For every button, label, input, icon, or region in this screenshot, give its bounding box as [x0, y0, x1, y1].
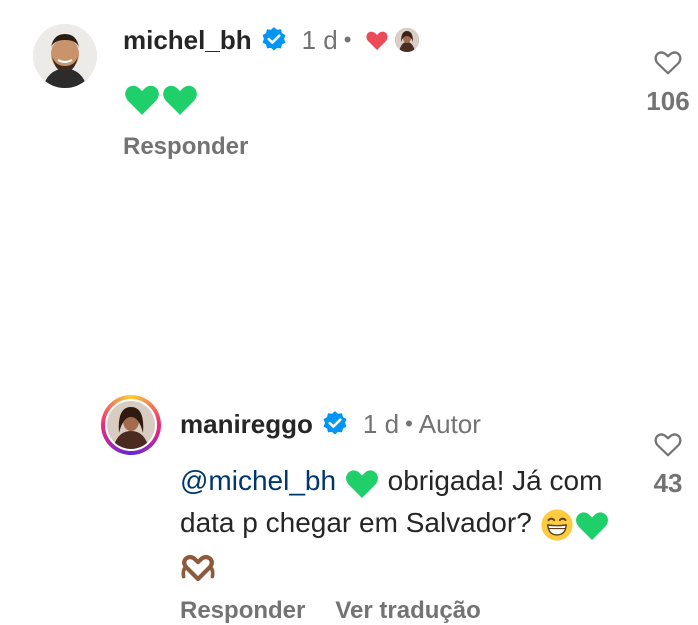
avatar-photo-icon	[33, 24, 97, 88]
avatar-photo-icon	[107, 401, 155, 449]
mention-link[interactable]: @michel_bh	[180, 465, 336, 496]
green-heart-icon	[345, 470, 378, 498]
like-count: 106	[646, 86, 690, 116]
comment-manireggo: manireggo 1 d • Autor @michel_bh obrigad…	[0, 190, 698, 624]
reply-button[interactable]: Responder	[180, 597, 305, 625]
avatar[interactable]	[105, 399, 157, 451]
comment-actions: Responder Ver tradução	[180, 597, 481, 625]
like-control: 106	[638, 48, 698, 117]
comment-text: @michel_bh obrigada! Já com data p chega…	[180, 460, 630, 586]
separator: •	[343, 27, 352, 52]
username[interactable]: manireggo	[180, 409, 313, 440]
verified-badge-icon	[323, 411, 347, 435]
like-count: 43	[653, 468, 683, 498]
like-heart-icon[interactable]	[653, 48, 683, 76]
verified-badge-icon	[262, 27, 286, 51]
see-translation-button[interactable]: Ver tradução	[335, 597, 480, 625]
comment-text: 💚💚	[123, 76, 199, 118]
grinning-face-icon	[540, 509, 573, 541]
avatar[interactable]	[33, 24, 97, 88]
reply-button[interactable]: Responder	[123, 133, 248, 161]
heart-hands-icon	[181, 554, 215, 581]
author-mini-avatar-icon	[395, 28, 420, 52]
comment-header: michel_bh 1 d •	[123, 20, 420, 60]
separator: •	[405, 411, 413, 436]
author-mini-avatar	[395, 28, 420, 52]
author-tag: Autor	[418, 408, 481, 439]
like-heart-icon[interactable]	[653, 430, 683, 458]
username[interactable]: michel_bh	[123, 25, 252, 56]
creator-heart-icon	[366, 31, 389, 50]
timestamp: 1 d	[301, 24, 338, 55]
green-heart-icon	[125, 85, 159, 115]
green-heart-icon	[575, 512, 608, 540]
comment-actions: Responder	[123, 133, 248, 161]
like-control: 43	[638, 430, 698, 499]
comment-michel: michel_bh 1 d • 💚💚 Responder	[0, 0, 698, 190]
green-heart-icon	[163, 85, 197, 115]
comment-header: manireggo 1 d • Autor	[180, 404, 481, 444]
timestamp: 1 d	[362, 408, 400, 439]
